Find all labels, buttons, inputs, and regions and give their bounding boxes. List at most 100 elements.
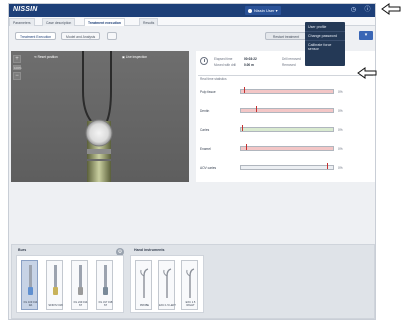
instrument-item[interactable]: PROBE — [135, 260, 152, 310]
hand-instruments-title: Hand instruments — [134, 248, 165, 252]
statistic-row: Pulp tissue 0% — [196, 87, 375, 99]
instrument-label: PROBE — [139, 304, 150, 307]
divider — [198, 75, 373, 76]
bur-tip-icon — [103, 287, 108, 295]
bur-shank — [54, 265, 57, 287]
instrument-item[interactable]: EXC 1.5 RIGHT — [181, 260, 198, 310]
bur-item[interactable]: SF6072 018 — [46, 260, 63, 310]
statistic-marker — [242, 125, 243, 131]
pointer-arrow-icon — [381, 3, 401, 15]
menu-item-change-password[interactable]: Change password — [305, 31, 345, 40]
menu-item-user-profile[interactable]: User profile — [305, 23, 345, 31]
reset-position-label: Reset position — [37, 55, 58, 59]
bur-label: SF6072 018 — [48, 304, 63, 307]
statistic-percent: 0% — [338, 147, 343, 151]
instrument-item[interactable]: EXC 1.5 LEFT — [158, 260, 176, 310]
instrument-label: EXC 1.5 LEFT — [159, 304, 176, 307]
model-analysis-button[interactable]: Model and Analysis — [61, 32, 101, 40]
zoom-out-button[interactable]: − — [13, 72, 21, 80]
realtime-statistics-title: Real time statistics — [200, 77, 227, 81]
tab-case-description[interactable]: Case description — [42, 18, 76, 26]
burs-title: Burs — [18, 248, 27, 252]
bur-shank — [104, 265, 107, 287]
live-inspection-label: Live inspection — [125, 55, 147, 59]
app-window: NISSIN Nissin User ▾ ◷ ⓘ Parameters Case… — [8, 3, 376, 320]
clock-icon — [200, 57, 208, 65]
zoom-in-button[interactable]: + — [13, 55, 21, 63]
elapsed-time-label: Elapsed time — [214, 57, 233, 61]
bur-label: FG 317 018 ST — [98, 301, 113, 307]
statistic-bar — [240, 106, 334, 113]
statistic-row: Dentin 0% — [196, 106, 375, 118]
restart-treatment-button[interactable]: Restart treatment — [265, 32, 307, 40]
tab-parameters[interactable]: Parameters — [9, 18, 35, 26]
instrument-label: EXC 1.5 RIGHT — [185, 301, 196, 307]
instrument-icon — [163, 268, 172, 298]
treatment-execution-button[interactable]: Treatment Execution — [15, 32, 57, 40]
hand-instruments-group: PROBE EXC 1.5 LEFT EXC 1.5 RIGHT — [130, 255, 204, 313]
tab-results[interactable]: Results — [139, 18, 159, 26]
zoom-level: 100% — [13, 65, 22, 70]
user-icon — [248, 8, 252, 13]
pointer-arrow-icon — [357, 67, 377, 79]
statistic-bar — [240, 87, 334, 94]
reset-position-button[interactable]: ⟲ Reset position — [34, 53, 58, 61]
live-inspection-button[interactable]: ▣ Live inspection — [122, 53, 147, 61]
tool-selection-panel: Burs ⚙ FG 109 014 RA SF6072 018 FG 249 014… — [11, 244, 375, 319]
statistic-marker — [244, 87, 245, 93]
bur-item[interactable]: FG 317 018 ST — [96, 260, 113, 310]
bur-label: FG 249 014 ST — [73, 301, 88, 307]
statistic-bar — [240, 163, 334, 170]
moved-with-drill-label: Moved with drill — [214, 63, 236, 67]
statistic-name: AOV caries — [200, 166, 217, 170]
bur-item[interactable]: FG 109 014 RA — [21, 260, 38, 310]
statistic-marker — [246, 144, 247, 150]
statistics-header: Elapsed time 00:03:22 Moved with drill 0… — [196, 51, 375, 76]
statistic-percent: 0% — [338, 90, 343, 94]
bur-shank — [29, 265, 32, 287]
drill-removed-label: Drill removed — [282, 57, 301, 61]
statistic-name: Enamel — [200, 147, 211, 151]
elapsed-time-value: 00:03:22 — [244, 57, 257, 61]
statistics-panel: Elapsed time 00:03:22 Moved with drill 0… — [196, 51, 375, 182]
bur-tip-icon — [53, 287, 58, 295]
statistic-name: Pulp tissue — [200, 90, 216, 94]
removed-label: Removed — [282, 63, 296, 67]
menu-item-calibrate-force-sensor[interactable]: Calibrate force sensor — [305, 40, 345, 53]
tab-treatment-execution[interactable]: Treatment execution — [84, 18, 125, 26]
simulation-view[interactable]: + 100% − ⟲ Reset position ▣ Live inspect… — [11, 51, 189, 182]
statistic-bar — [240, 125, 334, 132]
statistic-marker — [256, 106, 257, 112]
bur-shank — [79, 265, 82, 287]
burs-group: FG 109 014 RA SF6072 018 FG 249 014 ST FG 3… — [16, 255, 124, 313]
bur-tip-icon — [78, 287, 83, 295]
statistic-row: Caries 0% — [196, 125, 375, 137]
statistic-bar — [240, 144, 334, 151]
user-dropdown-menu: User profile Change password Calibrate f… — [305, 22, 345, 66]
statistic-name: Caries — [200, 128, 210, 132]
zoom-controls: + 100% − — [13, 55, 22, 82]
user-label: Nissin User — [254, 8, 275, 13]
statistic-row: AOV caries 0% — [196, 163, 375, 175]
statistic-percent: 0% — [338, 128, 343, 132]
bur-tip-icon — [28, 287, 33, 295]
instrument-icon — [140, 268, 149, 298]
info-icon[interactable]: ⓘ — [363, 6, 372, 15]
top-bar: NISSIN Nissin User ▾ ◷ ⓘ — [9, 4, 375, 17]
camera-icon[interactable] — [107, 32, 117, 40]
statistic-marker — [327, 163, 328, 169]
tooth-drill-render — [11, 51, 189, 182]
bur-item[interactable]: FG 249 014 ST — [71, 260, 88, 310]
user-menu-button[interactable]: Nissin User ▾ — [245, 6, 281, 15]
simulation-toolbar: ⟲ Reset position ▣ Live inspection — [28, 53, 168, 61]
statistic-row: Enamel 0% — [196, 144, 375, 156]
menu-chevron-icon[interactable]: ▾ — [359, 31, 373, 40]
clock-icon[interactable]: ◷ — [349, 6, 358, 15]
instrument-icon — [186, 268, 195, 298]
moved-with-drill-value: 0.00 m — [244, 63, 254, 67]
logo: NISSIN — [13, 6, 38, 13]
bur-label: FG 109 014 RA — [23, 301, 38, 307]
statistic-percent: 0% — [338, 166, 343, 170]
statistic-percent: 0% — [338, 109, 343, 113]
statistic-name: Dentin — [200, 109, 210, 113]
